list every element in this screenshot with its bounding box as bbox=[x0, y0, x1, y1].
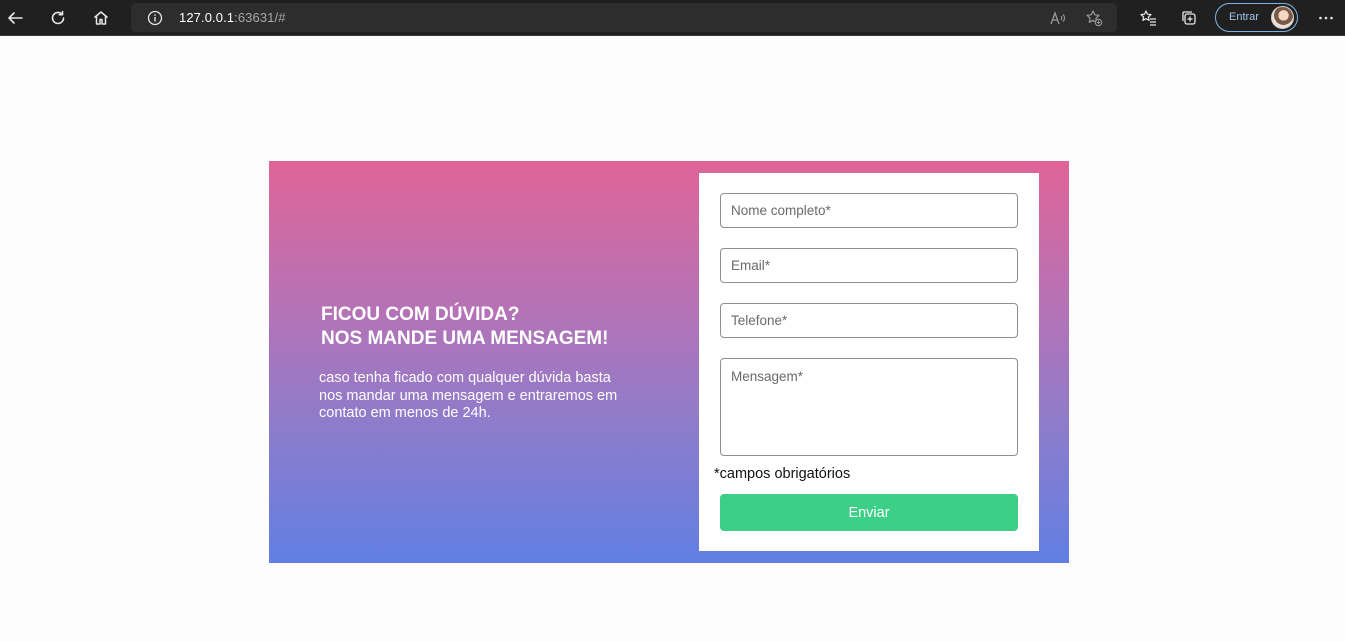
contact-heading: FICOU COM DÚVIDA? NOS MANDE UMA MENSAGEM… bbox=[321, 303, 608, 351]
address-bar[interactable]: 127.0.0.1:63631/# bbox=[131, 3, 1117, 32]
collections-icon[interactable] bbox=[1176, 6, 1202, 30]
heading-line-1: FICOU COM DÚVIDA? bbox=[321, 304, 520, 325]
read-aloud-icon[interactable] bbox=[1049, 9, 1067, 27]
contact-description: caso tenha ficado com qualquer dúvida ba… bbox=[319, 370, 618, 421]
site-info-icon[interactable] bbox=[147, 10, 163, 26]
required-fields-note: *campos obrigatórios bbox=[714, 466, 851, 482]
browser-toolbar: 127.0.0.1:63631/# Entrar bbox=[0, 0, 1345, 36]
name-field[interactable] bbox=[720, 193, 1018, 228]
more-menu-icon[interactable] bbox=[1313, 6, 1339, 30]
message-field[interactable] bbox=[720, 358, 1018, 456]
phone-field[interactable] bbox=[720, 303, 1018, 338]
home-icon[interactable] bbox=[88, 6, 114, 30]
refresh-icon[interactable] bbox=[45, 6, 71, 30]
contact-section: FICOU COM DÚVIDA? NOS MANDE UMA MENSAGEM… bbox=[269, 161, 1069, 563]
submit-button[interactable]: Enviar bbox=[720, 494, 1018, 531]
avatar bbox=[1271, 6, 1294, 29]
back-arrow-icon[interactable] bbox=[2, 6, 28, 30]
email-field[interactable] bbox=[720, 248, 1018, 283]
url-host: 127.0.0.1 bbox=[179, 10, 235, 25]
profile-label: Entrar bbox=[1229, 11, 1259, 23]
url-port-path: :63631/# bbox=[234, 10, 286, 25]
contact-form: *campos obrigatórios Enviar bbox=[699, 173, 1039, 551]
url-text[interactable]: 127.0.0.1:63631/# bbox=[179, 10, 286, 25]
add-favorite-icon[interactable] bbox=[1085, 9, 1103, 27]
favorites-icon[interactable] bbox=[1135, 6, 1161, 30]
profile-button[interactable]: Entrar bbox=[1215, 3, 1298, 32]
heading-line-2: NOS MANDE UMA MENSAGEM! bbox=[321, 328, 609, 349]
